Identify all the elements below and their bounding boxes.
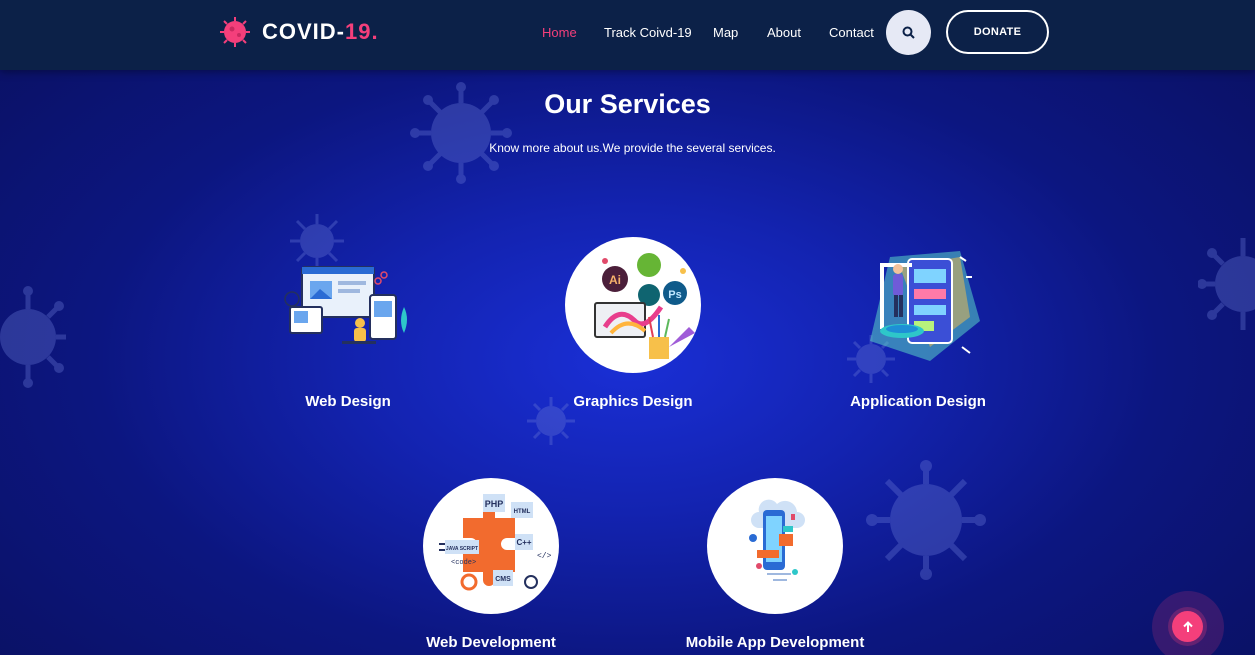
svg-text:JAVA SCRIPT: JAVA SCRIPT xyxy=(446,546,478,552)
svg-text:Ps: Ps xyxy=(668,289,681,301)
svg-text:CMS: CMS xyxy=(495,576,511,583)
search-icon xyxy=(902,26,915,39)
application-design-illustration xyxy=(870,251,980,361)
nav-item-about[interactable]: About xyxy=(767,25,801,40)
brand-logo[interactable]: COVID-19. xyxy=(219,15,379,49)
nav-item-home[interactable]: Home xyxy=(542,25,577,40)
svg-text:PHP: PHP xyxy=(485,499,504,509)
virus-decoration-icon xyxy=(0,286,66,388)
service-card-application-design[interactable]: Application Design xyxy=(808,237,1028,410)
brand-name: COVID-19. xyxy=(262,19,379,44)
arrow-up-icon xyxy=(1182,620,1193,632)
donate-button[interactable]: DONATE xyxy=(946,10,1049,54)
svg-text:</>: </> xyxy=(537,552,552,561)
search-button[interactable] xyxy=(886,10,931,55)
scroll-to-top-button[interactable] xyxy=(1172,611,1203,642)
graphics-design-illustration: Ai Ps xyxy=(594,253,695,359)
web-design-illustration xyxy=(284,266,407,344)
service-card-web-development[interactable]: PHP HTML C++ JAVA SCRIPT CMS <code> </> … xyxy=(381,478,601,651)
service-card-web-design[interactable]: Web Design xyxy=(238,237,458,410)
nav-item-track-covid[interactable]: Track Coivd-19 xyxy=(604,25,692,40)
site-header: COVID-19. Home Track Coivd-19 Map About … xyxy=(0,0,1255,70)
virus-logo-icon xyxy=(220,17,250,47)
service-label: Mobile App Development xyxy=(685,634,865,651)
svg-text:<code>: <code> xyxy=(451,559,476,567)
svg-text:HTML: HTML xyxy=(514,509,531,515)
nav-item-contact[interactable]: Contact xyxy=(829,25,874,40)
service-label: Graphics Design xyxy=(573,393,693,410)
section-subtitle: Know more about us.We provide the severa… xyxy=(489,141,776,155)
service-card-mobile-app-development[interactable]: Mobile App Development xyxy=(665,478,885,651)
mobile-app-illustration xyxy=(749,499,805,581)
service-card-graphics-design[interactable]: Ai Ps Graphics Design xyxy=(523,237,743,410)
service-label: Application Design xyxy=(850,393,986,410)
section-title: Our Services xyxy=(544,89,711,119)
virus-decoration-icon xyxy=(1198,238,1255,330)
svg-text:Ai: Ai xyxy=(609,273,621,287)
svg-text:C++: C++ xyxy=(516,538,531,547)
web-development-illustration: PHP HTML C++ JAVA SCRIPT CMS <code> </> xyxy=(439,494,552,591)
service-label: Web Design xyxy=(305,393,391,410)
service-label: Web Development xyxy=(426,634,556,651)
nav-item-map[interactable]: Map xyxy=(713,25,738,40)
